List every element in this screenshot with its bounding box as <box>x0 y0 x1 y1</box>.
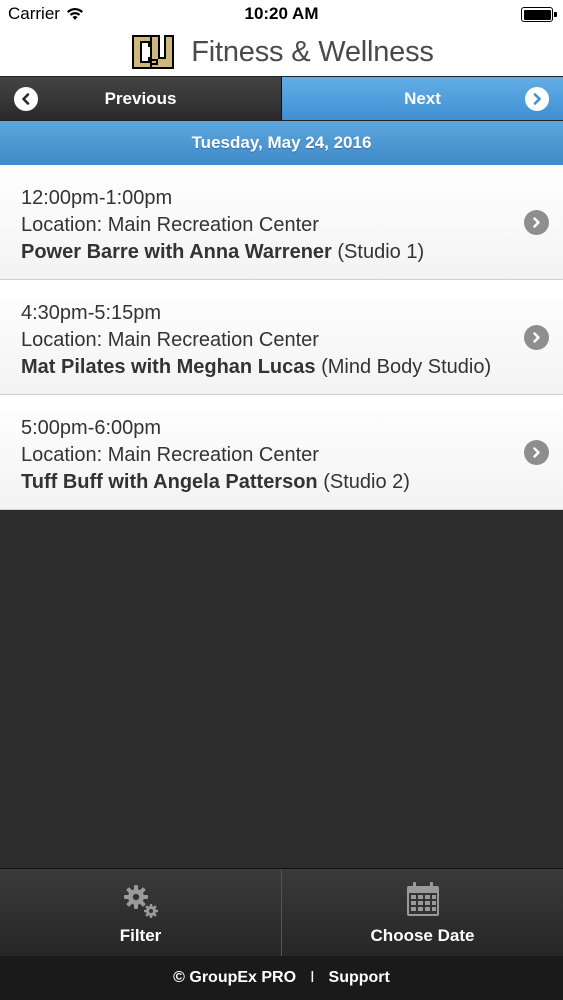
choose-date-button[interactable]: Choose Date <box>281 869 563 956</box>
status-time: 10:20 AM <box>244 4 319 23</box>
previous-button[interactable]: Previous <box>0 77 282 120</box>
previous-label: Previous <box>104 88 177 108</box>
groupex-link[interactable]: © GroupEx PRO <box>173 969 296 987</box>
class-time: 12:00pm-1:00pm <box>21 187 173 209</box>
battery-icon <box>521 7 557 22</box>
status-bar: Carrier 10:20 AM <box>0 0 563 28</box>
next-label: Next <box>404 88 441 108</box>
choose-date-label: Choose Date <box>370 926 475 945</box>
list-item[interactable]: 5:00pm-6:00pm Location: Main Recreation … <box>0 395 563 510</box>
class-list: 12:00pm-1:00pm Location: Main Recreation… <box>0 165 563 510</box>
filter-button[interactable]: Filter <box>0 869 281 956</box>
list-item[interactable]: 12:00pm-1:00pm Location: Main Recreation… <box>0 165 563 280</box>
class-location: Location: Main Recreation Center <box>21 444 319 466</box>
app-title: Fitness & Wellness <box>191 35 434 68</box>
chevron-left-icon <box>14 87 38 111</box>
chevron-right-icon <box>524 440 549 465</box>
chevron-right-icon <box>524 210 549 235</box>
class-name: Power Barre with Anna Warrener <box>21 241 332 263</box>
day-navigation: Previous Next <box>0 76 563 121</box>
class-room: (Studio 1) <box>337 241 425 263</box>
chevron-right-icon <box>525 87 549 111</box>
footer-separator: I <box>310 969 315 986</box>
class-room: (Mind Body Studio) <box>321 356 492 378</box>
class-location: Location: Main Recreation Center <box>21 329 319 351</box>
app-header: Fitness & Wellness <box>0 28 563 76</box>
class-room: (Studio 2) <box>323 471 410 493</box>
class-time: 4:30pm-5:15pm <box>21 302 162 324</box>
support-link[interactable]: Support <box>329 969 390 987</box>
class-title: Tuff Buff with Angela Patterson (Studio … <box>21 469 493 496</box>
filter-label: Filter <box>119 926 162 945</box>
date-header: Tuesday, May 24, 2016 <box>0 121 563 165</box>
class-time: 5:00pm-6:00pm <box>21 417 162 439</box>
class-name: Tuff Buff with Angela Patterson <box>21 471 318 493</box>
cu-logo <box>132 35 175 69</box>
list-item[interactable]: 4:30pm-5:15pm Location: Main Recreation … <box>0 280 563 395</box>
class-title: Power Barre with Anna Warrener (Studio 1… <box>21 239 493 266</box>
bottom-tab-bar: Filter Choose Date <box>0 868 563 956</box>
class-location: Location: Main Recreation Center <box>21 214 319 236</box>
gears-icon <box>123 885 158 918</box>
chevron-right-icon <box>524 325 549 350</box>
next-button[interactable]: Next <box>282 77 563 120</box>
class-name: Mat Pilates with Meghan Lucas <box>21 356 316 378</box>
footer: © GroupEx PRO I Support <box>0 956 563 1000</box>
class-title: Mat Pilates with Meghan Lucas (Mind Body… <box>21 354 493 381</box>
calendar-icon <box>406 882 439 916</box>
